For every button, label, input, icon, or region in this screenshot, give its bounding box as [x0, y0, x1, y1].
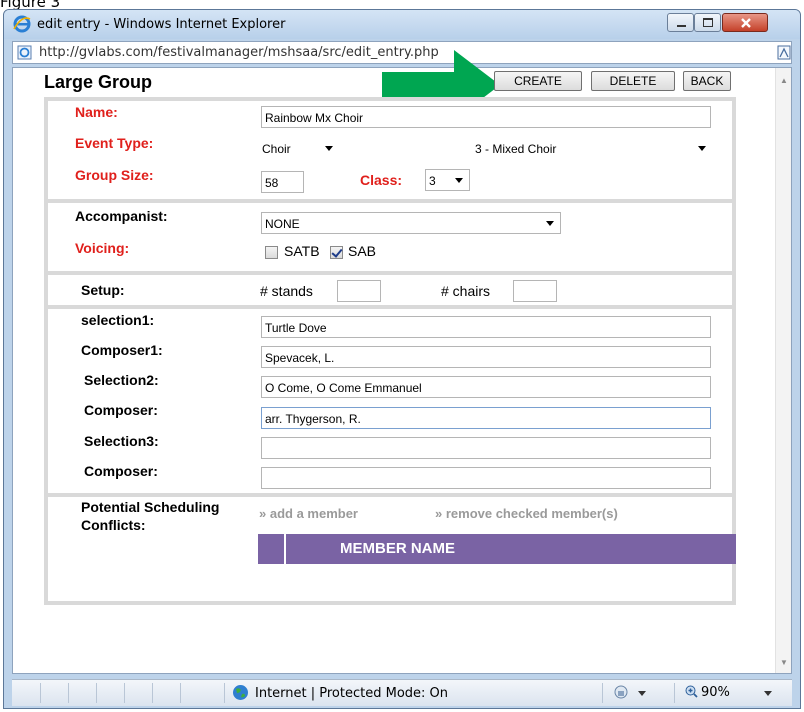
status-divider	[96, 683, 97, 703]
member-table-header: MEMBER NAME	[258, 534, 736, 564]
selection3-label: Selection3:	[84, 433, 159, 449]
selections-section: selection1: Turtle Dove Composer1: Speva…	[48, 309, 732, 497]
scroll-up-icon[interactable]: ▲	[780, 76, 788, 85]
name-input[interactable]: Rainbow Mx Choir	[261, 106, 711, 128]
basic-info-section: Name: Rainbow Mx Choir Event Type: Choir…	[48, 101, 732, 203]
event-subtype-value: 3 - Mixed Choir	[475, 142, 557, 156]
security-zone-text[interactable]: Internet | Protected Mode: On	[255, 686, 448, 701]
chevron-down-icon	[455, 178, 463, 183]
setup-section: Setup: # stands # chairs	[48, 275, 732, 309]
remove-member-link[interactable]: » remove checked member(s)	[435, 506, 618, 521]
page-icon	[17, 45, 32, 60]
class-label: Class:	[360, 172, 403, 188]
scroll-down-icon[interactable]: ▼	[780, 658, 788, 667]
chairs-input[interactable]	[513, 280, 557, 302]
chairs-label: # chairs	[441, 283, 491, 299]
stands-input[interactable]	[337, 280, 381, 302]
event-type-select[interactable]: Choir	[259, 138, 339, 160]
internet-explorer-icon	[13, 15, 31, 33]
title-bar[interactable]: edit entry - Windows Internet Explorer	[4, 10, 800, 39]
accompanist-label: Accompanist:	[75, 208, 168, 224]
status-divider	[674, 683, 675, 703]
zoom-level[interactable]: 90%	[701, 685, 730, 700]
selection3-input[interactable]	[261, 437, 711, 459]
conflicts-label: Potential Scheduling Conflicts:	[81, 499, 220, 533]
status-divider	[68, 683, 69, 703]
accompaniment-section: Accompanist: NONE Voicing: SATB SAB	[48, 203, 732, 275]
zoom-icon[interactable]	[685, 685, 698, 698]
globe-icon	[233, 685, 248, 700]
back-button[interactable]: BACK	[683, 71, 731, 91]
composer2-input[interactable]: arr. Thygerson, R.	[261, 407, 711, 429]
browser-window: edit entry - Windows Internet Explorer h…	[3, 9, 801, 709]
stands-label: # stands	[260, 283, 313, 299]
event-type-value: Choir	[262, 142, 291, 156]
class-value: 3	[429, 174, 436, 188]
url-text[interactable]: http://gvlabs.com/festivalmanager/mshsaa…	[39, 45, 439, 60]
name-label: Name:	[75, 104, 118, 120]
chevron-down-icon	[698, 146, 706, 151]
status-divider	[40, 683, 41, 703]
status-divider	[180, 683, 181, 703]
status-divider	[152, 683, 153, 703]
chevron-down-icon[interactable]	[638, 691, 646, 696]
sab-checkbox[interactable]	[330, 246, 343, 259]
composer1-input[interactable]: Spevacek, L.	[261, 346, 711, 368]
sab-label: SAB	[348, 243, 377, 259]
selection2-input[interactable]: O Come, O Come Emmanuel	[261, 376, 711, 398]
maximize-button[interactable]	[694, 13, 721, 32]
vertical-scrollbar[interactable]: ▲ ▼	[775, 68, 791, 673]
member-name-header: MEMBER NAME	[340, 540, 455, 557]
entry-form: Name: Rainbow Mx Choir Event Type: Choir…	[44, 97, 736, 605]
accompanist-select[interactable]: NONE	[261, 212, 561, 234]
chevron-down-icon[interactable]	[764, 691, 772, 696]
close-icon	[741, 18, 751, 28]
class-select[interactable]: 3	[425, 169, 470, 191]
protected-mode-icon[interactable]	[612, 684, 632, 700]
accompanist-value: NONE	[265, 217, 300, 231]
group-size-input[interactable]: 58	[261, 171, 304, 193]
composer3-input[interactable]	[261, 467, 711, 489]
window-title: edit entry - Windows Internet Explorer	[37, 17, 286, 32]
selection1-input[interactable]: Turtle Dove	[261, 316, 711, 338]
selection1-label: selection1:	[81, 312, 155, 328]
selection2-label: Selection2:	[84, 372, 159, 388]
group-size-label: Group Size:	[75, 167, 154, 183]
status-divider	[124, 683, 125, 703]
composer2-label: Composer:	[84, 402, 158, 418]
composer1-label: Composer1:	[81, 342, 163, 358]
composer3-label: Composer:	[84, 463, 158, 479]
status-bar: Internet | Protected Mode: On 90%	[12, 679, 792, 706]
minimize-button[interactable]	[667, 13, 694, 32]
close-button[interactable]	[722, 13, 768, 32]
voicing-label: Voicing:	[75, 240, 130, 256]
page-title: Large Group	[44, 72, 153, 92]
status-divider	[224, 683, 225, 703]
event-subtype-select[interactable]: 3 - Mixed Choir	[472, 138, 712, 160]
chevron-down-icon	[546, 221, 554, 226]
create-button[interactable]: CREATE	[494, 71, 582, 91]
chevron-down-icon	[325, 146, 333, 151]
add-member-link[interactable]: » add a member	[259, 506, 358, 521]
status-divider	[602, 683, 603, 703]
satb-label: SATB	[284, 243, 320, 259]
setup-label: Setup:	[81, 282, 125, 298]
member-select-column	[258, 534, 286, 564]
delete-button[interactable]: DELETE	[591, 71, 675, 91]
compatibility-view-icon[interactable]	[777, 45, 791, 60]
satb-checkbox[interactable]	[265, 246, 278, 259]
event-type-label: Event Type:	[75, 135, 154, 151]
